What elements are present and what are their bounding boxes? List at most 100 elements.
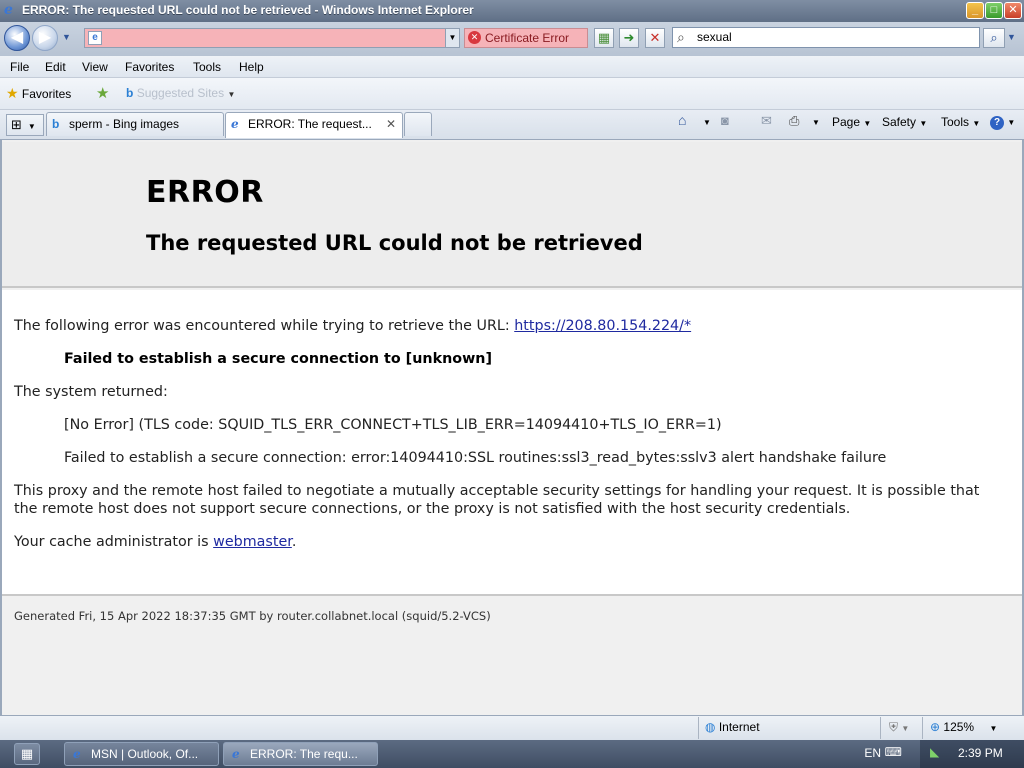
admin-suffix: . bbox=[291, 534, 297, 550]
suggested-sites-label: Suggested Sites bbox=[136, 86, 225, 100]
chevron-down-icon: ▼ bbox=[227, 90, 236, 99]
add-to-favorites-icon[interactable]: ★ bbox=[96, 84, 109, 102]
tab-error[interactable]: e ERROR: The request... ✕ bbox=[225, 112, 403, 138]
home-dropdown-icon[interactable]: ▼ bbox=[703, 118, 711, 127]
windows-icon: ▦ bbox=[20, 746, 34, 761]
star-icon: ★ bbox=[6, 85, 19, 101]
minimize-button[interactable]: _ bbox=[966, 2, 984, 19]
forward-button[interactable]: ▶ bbox=[32, 25, 58, 51]
url-link[interactable]: https://208.80.154.224/* bbox=[514, 318, 691, 334]
favorites-button[interactable]: ★ Favorites bbox=[6, 85, 71, 102]
bing-icon: b bbox=[126, 86, 134, 100]
menu-tools[interactable]: Tools bbox=[193, 60, 221, 74]
history-dropdown-icon[interactable]: ▼ bbox=[62, 32, 71, 42]
keyboard-icon[interactable]: ⌨ bbox=[885, 745, 902, 759]
chevron-down-icon: ▼ bbox=[27, 122, 36, 131]
security-zone[interactable]: ◍ Internet bbox=[705, 720, 760, 734]
new-tab-button[interactable] bbox=[404, 112, 432, 136]
tools-menu-button[interactable]: Tools ▼ bbox=[941, 115, 980, 129]
tools-menu-label: Tools bbox=[941, 115, 970, 129]
taskbar-button-error[interactable]: e ERROR: The requ... bbox=[223, 742, 378, 766]
compatibility-view-button[interactable]: ▦ bbox=[594, 28, 614, 48]
search-button[interactable]: ⌕ bbox=[983, 28, 1005, 48]
tls-code-text: [No Error] (TLS code: SQUID_TLS_ERR_CONN… bbox=[64, 417, 722, 433]
address-bar[interactable]: e ▼ bbox=[84, 28, 460, 48]
feeds-icon[interactable]: ◙ bbox=[721, 113, 729, 128]
home-icon[interactable]: ⌂ bbox=[678, 112, 686, 128]
zoom-button[interactable]: ⊕ 125% ▼ bbox=[930, 720, 997, 734]
start-button[interactable]: ▦ bbox=[14, 743, 40, 765]
close-icon: ✕ bbox=[649, 30, 661, 45]
chevron-down-icon: ▼ bbox=[919, 119, 928, 128]
menu-favorites[interactable]: Favorites bbox=[125, 60, 174, 74]
ie-logo-icon: e bbox=[73, 747, 81, 761]
certificate-error-button[interactable]: ✕ Certificate Error bbox=[464, 28, 588, 48]
ssl-error-text: Failed to establish a secure connection:… bbox=[64, 450, 887, 466]
help-button[interactable]: ? ▼ bbox=[990, 114, 1015, 130]
page-menu-label: Page bbox=[832, 115, 861, 129]
page-icon: e bbox=[88, 31, 102, 45]
bing-icon: b bbox=[52, 117, 60, 131]
menu-view[interactable]: View bbox=[82, 60, 108, 74]
mail-icon[interactable]: ✉ bbox=[761, 113, 772, 129]
page-subtitle: The requested URL could not be retrieved bbox=[146, 231, 643, 255]
tab-bing-images[interactable]: b sperm - Bing images bbox=[46, 112, 224, 136]
zoom-level: 125% bbox=[943, 720, 975, 734]
intro-text: The following error was encountered whil… bbox=[14, 318, 510, 334]
taskbar-label: MSN | Outlook, Of... bbox=[91, 747, 199, 761]
search-options-dropdown-icon[interactable]: ▼ bbox=[1007, 32, 1016, 42]
zoom-icon: ⊕ bbox=[930, 720, 941, 734]
print-icon[interactable]: ⎙ bbox=[789, 113, 799, 129]
generated-footer: Generated Fri, 15 Apr 2022 18:37:35 GMT … bbox=[14, 609, 491, 623]
title-bar: e ERROR: The requested URL could not be … bbox=[0, 0, 1024, 22]
taskbar-button-msn[interactable]: e MSN | Outlook, Of... bbox=[64, 742, 219, 766]
print-dropdown-icon[interactable]: ▼ bbox=[812, 118, 820, 127]
error-body bbox=[2, 290, 1022, 596]
address-dropdown-icon[interactable]: ▼ bbox=[445, 29, 459, 47]
webmaster-link[interactable]: webmaster bbox=[213, 534, 292, 550]
ie-logo-icon: e bbox=[232, 747, 240, 761]
intro-paragraph: The following error was encountered whil… bbox=[14, 318, 691, 334]
chevron-down-icon: ▼ bbox=[863, 119, 872, 128]
explanation-line-1: This proxy and the remote host failed to… bbox=[14, 483, 980, 499]
close-tab-icon[interactable]: ✕ bbox=[386, 113, 396, 135]
back-button[interactable]: ◀ bbox=[4, 25, 30, 51]
status-divider bbox=[880, 717, 881, 739]
system-tray: ◣ 2:39 PM bbox=[920, 740, 1024, 768]
language-indicator[interactable]: EN bbox=[864, 746, 881, 760]
chevron-down-icon: ▼ bbox=[901, 724, 910, 733]
globe-icon: ◍ bbox=[705, 720, 716, 734]
go-button[interactable]: ➜ bbox=[619, 28, 639, 48]
menu-edit[interactable]: Edit bbox=[45, 60, 66, 74]
search-icon: ⌕ bbox=[677, 29, 685, 45]
page-title: ERROR bbox=[146, 175, 264, 210]
status-divider bbox=[698, 717, 699, 739]
close-button[interactable]: ✕ bbox=[1004, 2, 1022, 19]
ie-logo-icon: e bbox=[231, 117, 239, 131]
search-icon: ⌕ bbox=[990, 30, 998, 45]
taskbar-label: ERROR: The requ... bbox=[250, 747, 358, 761]
explanation-line-2: the remote host does not support secure … bbox=[14, 501, 851, 517]
chevron-down-icon: ▼ bbox=[1007, 118, 1016, 127]
tab-label: ERROR: The request... bbox=[248, 117, 372, 131]
protected-mode-button[interactable]: ⛨ ▼ bbox=[889, 720, 909, 735]
quick-tabs-button[interactable]: ⊞ ▼ bbox=[6, 114, 44, 136]
certificate-error-label: Certificate Error bbox=[485, 31, 570, 45]
clock[interactable]: 2:39 PM bbox=[958, 746, 1003, 760]
stop-button[interactable]: ✕ bbox=[645, 28, 665, 48]
menu-help[interactable]: Help bbox=[239, 60, 264, 74]
zone-label: Internet bbox=[718, 720, 760, 734]
search-box[interactable]: ⌕ sexual bbox=[672, 27, 980, 48]
favorites-label: Favorites bbox=[21, 87, 72, 101]
shield-error-icon: ✕ bbox=[468, 31, 481, 44]
window-title: ERROR: The requested URL could not be re… bbox=[22, 3, 474, 17]
menu-file[interactable]: File bbox=[10, 60, 29, 74]
network-icon[interactable]: ◣ bbox=[930, 745, 939, 759]
grid-icon: ⊞ bbox=[11, 117, 22, 132]
page-menu-button[interactable]: Page ▼ bbox=[832, 115, 871, 129]
safety-menu-button[interactable]: Safety ▼ bbox=[882, 115, 927, 129]
suggested-sites-button[interactable]: b Suggested Sites ▼ bbox=[126, 86, 235, 100]
search-input[interactable]: sexual bbox=[697, 30, 732, 44]
safety-menu-label: Safety bbox=[882, 115, 917, 129]
maximize-button[interactable]: □ bbox=[985, 2, 1003, 19]
